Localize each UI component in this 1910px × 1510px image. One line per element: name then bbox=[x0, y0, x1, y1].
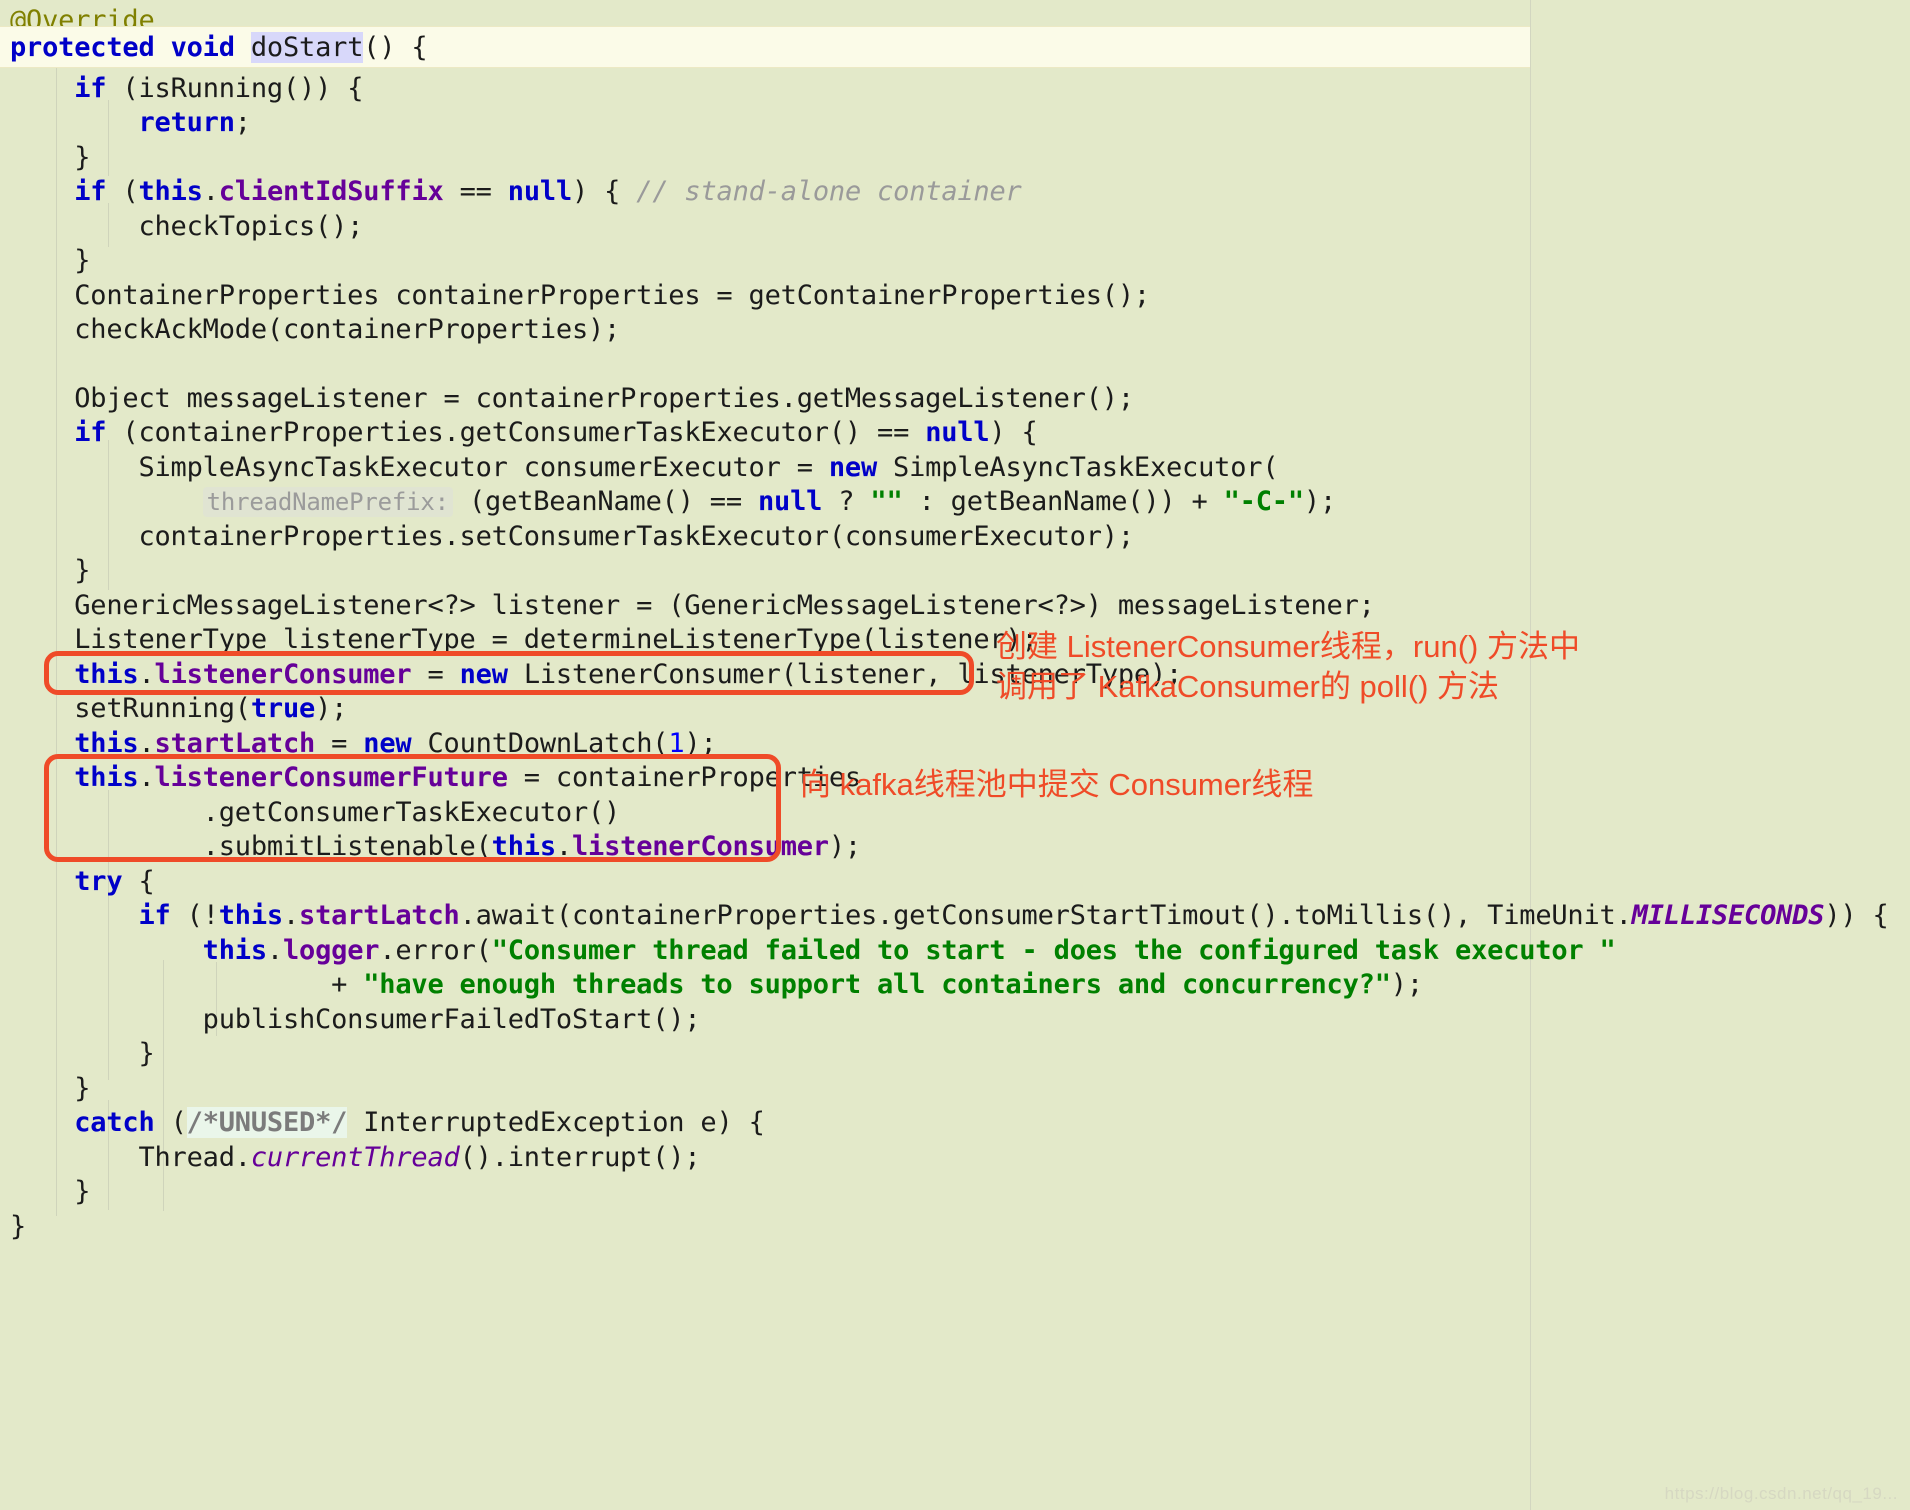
keyword-return: return bbox=[138, 107, 235, 138]
annotation-line-1: 创建 ListenerConsumer线程，run() 方法中 bbox=[996, 629, 1580, 664]
annotation-note-listener-consumer: 创建 ListenerConsumer线程，run() 方法中 调用了 Kafka… bbox=[996, 627, 1580, 707]
method-currentThread: currentThread bbox=[250, 1142, 460, 1173]
code-editor[interactable]: @Override protected void doStart() { if … bbox=[0, 0, 1910, 1510]
string-empty: "" bbox=[870, 486, 903, 517]
annotation-line-2: 调用了 KafkaConsumer的 poll() 方法 bbox=[996, 669, 1500, 704]
string-error-part2: "have enough threads to support all cont… bbox=[363, 969, 1391, 1000]
keyword-try: try bbox=[74, 866, 123, 897]
string-error-part1: "Consumer thread failed to start - does … bbox=[491, 935, 1616, 966]
constant-milliseconds: MILLISECONDS bbox=[1631, 900, 1825, 931]
keyword-catch: catch bbox=[74, 1107, 155, 1138]
selected-method-name: doStart bbox=[250, 32, 364, 63]
keyword-if: if bbox=[74, 73, 107, 104]
watermark-text: https://blog.csdn.net/qq_19... bbox=[1664, 1484, 1898, 1503]
code-line[interactable]: Thread.currentThread().interrupt(); bbox=[0, 1137, 700, 1179]
right-margin-rule bbox=[1530, 0, 1531, 1510]
keyword-void: void bbox=[170, 32, 235, 63]
string-suffix: "-C-" bbox=[1223, 486, 1304, 517]
annotation-note-submit-consumer: 向 kafka线程池中提交 Consumer线程 bbox=[800, 765, 1313, 805]
code-line-caret[interactable]: protected void doStart() { bbox=[0, 26, 1530, 69]
parameter-hint: threadNamePrefix: bbox=[202, 487, 453, 517]
line-comment: // stand-alone container bbox=[636, 176, 1022, 207]
code-lines: @Override protected void doStart() { if … bbox=[0, 0, 1910, 1242]
keyword-true: true bbox=[250, 693, 316, 724]
field-listenerConsumerFuture: listenerConsumerFuture bbox=[154, 762, 508, 793]
keyword-protected: protected bbox=[10, 32, 155, 63]
field-listenerConsumer: listenerConsumer bbox=[154, 659, 412, 690]
annotation-line-1: 向 kafka线程池中提交 Consumer线程 bbox=[800, 767, 1314, 802]
code-line[interactable]: checkAckMode(containerProperties); bbox=[0, 309, 620, 351]
code-line[interactable]: containerProperties.setConsumerTaskExecu… bbox=[0, 516, 1134, 558]
number-literal: 1 bbox=[668, 728, 685, 759]
field-startLatch: startLatch bbox=[154, 728, 316, 759]
field-clientIdSuffix: clientIdSuffix bbox=[218, 176, 444, 207]
unused-marker: /*UNUSED*/ bbox=[186, 1107, 348, 1138]
field-logger: logger bbox=[282, 935, 380, 966]
keyword-new: new bbox=[828, 452, 877, 483]
code-line[interactable]: } bbox=[0, 1206, 26, 1248]
